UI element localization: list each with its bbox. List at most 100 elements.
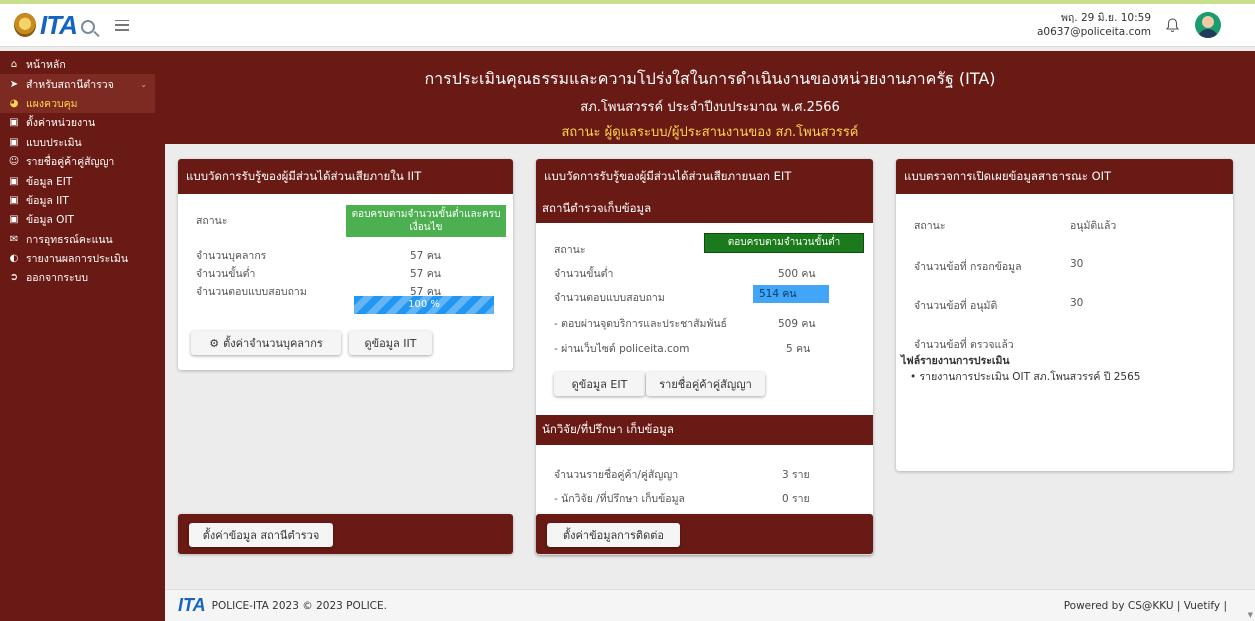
- eit-partners-value: 3 ราย: [782, 469, 810, 481]
- set-personnel-label: ตั้งค่าจำนวนบุคลากร: [223, 337, 323, 350]
- user-cog-icon: ⚙: [209, 336, 220, 350]
- chart-pie-icon: ◐: [9, 253, 19, 265]
- logout-icon: ➲: [9, 272, 19, 284]
- partners-button[interactable]: รายชื่อคู่ค้าคู่สัญญา: [646, 372, 765, 396]
- bell-icon[interactable]: [1165, 17, 1179, 33]
- oit-approved-label: จำนวนข้อที่ อนุมัติ: [914, 300, 998, 312]
- mail-icon: ✉: [9, 233, 19, 245]
- page-banner: การประเมินคุณธรรมและความโปร่งใสในการดำเน…: [165, 51, 1255, 144]
- eit-responses-label: จำนวนตอบแบบสอบถาม: [554, 292, 665, 304]
- iit-card: แบบวัดการรับรู้ของผู้มีส่วนได้ส่วนเสียภา…: [178, 159, 513, 370]
- users-icon: ☺: [8, 156, 20, 168]
- eit-service-value: 509 คน: [778, 318, 816, 330]
- sidebar-item-label: ออกจากระบบ: [26, 272, 88, 285]
- scroll-down-icon[interactable]: ▼: [1248, 611, 1253, 619]
- page-subtitle: สภ.โพนสวรรค์ ประจำปีงบประมาณ พ.ศ.2566: [580, 100, 840, 115]
- eit-partners-label: จำนวนรายชื่อคู่ค้า/คู่สัญญา: [554, 469, 679, 481]
- sidebar-item-eit[interactable]: ▣ ข้อมูล EIT: [0, 171, 165, 190]
- briefcase-icon: ▣: [9, 117, 19, 129]
- top-app-bar: ITA พฤ. 29 มิ.ย. 10:59 a0637@policeita.c…: [0, 0, 1255, 47]
- sidebar-item-logout[interactable]: ➲ ออกจากระบบ: [0, 268, 165, 287]
- sidebar-item-partners[interactable]: ☺ รายชื่อคู่ค้าคู่สัญญา: [0, 152, 165, 171]
- avatar[interactable]: [1195, 12, 1221, 38]
- briefcase-icon: ▣: [9, 175, 19, 187]
- oit-filled-value: 30: [1070, 258, 1084, 270]
- sidebar-item-label: การอุทธรณ์คะแนน: [26, 233, 113, 246]
- status-badge: ตอบครบตามจำนวนขั้นต่ำ: [704, 233, 864, 253]
- sidebar-item-dashboard[interactable]: ◕ แผงควบคุม: [0, 93, 155, 114]
- eit-service-label: - ตอบผ่านจุดบริการและประชาสัมพันธ์: [554, 318, 727, 330]
- eit-minimum-value: 500 คน: [778, 268, 816, 280]
- footer-copyright: POLICE-ITA 2023 © 2023 POLICE.: [211, 599, 387, 612]
- view-eit-button[interactable]: ดูข้อมูล EIT: [554, 372, 645, 396]
- set-personnel-button[interactable]: ⚙ ตั้งค่าจำนวนบุคลากร: [191, 331, 341, 355]
- iit-minimum-label: จำนวนขั้นต่ำ: [196, 268, 256, 280]
- contact-settings-card: ตั้งค่าข้อมูลการติดต่อ: [536, 514, 873, 554]
- contact-settings-button[interactable]: ตั้งค่าข้อมูลการติดต่อ: [547, 523, 680, 547]
- sidebar-item-home[interactable]: ⌂ หน้าหลัก: [0, 55, 165, 74]
- sidebar-item-assessment[interactable]: ▣ แบบประเมิน: [0, 133, 165, 152]
- datetime-text: พฤ. 29 มิ.ย. 10:59: [1061, 12, 1151, 24]
- ita-logo[interactable]: ITA: [14, 5, 95, 45]
- eit-research-head: นักวิจัย/ที่ปรึกษา เก็บข้อมูล: [536, 415, 873, 445]
- sidebar-item-label: แบบประเมิน: [26, 136, 82, 149]
- eit-minimum-label: จำนวนขั้นต่ำ: [554, 268, 614, 280]
- eit-station-head: สถานีตำรวจเก็บข้อมูล: [536, 194, 873, 223]
- footer-powered-by: Powered by CS@KKU | Vuetify |: [1063, 599, 1227, 612]
- user-email: a0637@policeita.com: [1036, 26, 1151, 38]
- sidebar-item-report[interactable]: ◐ รายงานผลการประเมิน: [0, 249, 165, 268]
- oit-filled-label: จำนวนข้อที่ กรอกข้อมูล: [914, 261, 1022, 273]
- eit-responses-value: 514 คน: [753, 285, 829, 303]
- oit-file-item[interactable]: • รายงานการประเมิน OIT สภ.โพนสวรรค์ ปี 2…: [910, 368, 1140, 385]
- eit-card: แบบวัดการรับรู้ของผู้มีส่วนได้ส่วนเสียภา…: [536, 159, 873, 555]
- iit-personnel-value: 57 คน: [410, 250, 441, 262]
- magnifier-icon: [80, 20, 95, 34]
- menu-toggle-icon[interactable]: [114, 19, 129, 31]
- logo-text: ITA: [40, 9, 78, 40]
- footer-logo-text: ITA: [178, 595, 206, 615]
- sidebar-item-label: รายชื่อคู่ค้าคู่สัญญา: [26, 156, 115, 169]
- oit-files-label: ไฟล์รายงานการประเมิน: [901, 355, 1010, 367]
- sidebar-item-appeal[interactable]: ✉ การอุทธรณ์คะแนน: [0, 230, 165, 249]
- sidebar-item-label: สำหรับสถานีตำรวจ: [26, 78, 114, 91]
- main-content: การประเมินคุณธรรมและความโปร่งใสในการดำเน…: [165, 51, 1255, 621]
- eit-web-value: 5 คน: [786, 343, 811, 355]
- sidebar-item-oit[interactable]: ▣ ข้อมูล OIT: [0, 210, 165, 229]
- iit-personnel-label: จำนวนบุคลากร: [196, 250, 267, 262]
- sidebar-item-label: รายงานผลการประเมิน: [26, 253, 129, 266]
- user-datetime: พฤ. 29 มิ.ย. 10:59 a0637@policeita.com: [1037, 11, 1151, 39]
- oit-approved-value: 30: [1070, 297, 1084, 309]
- briefcase-icon: ▣: [9, 214, 19, 226]
- iit-minimum-value: 57 คน: [410, 268, 441, 280]
- sidebar-item-iit[interactable]: ▣ ข้อมูล IIT: [0, 191, 165, 210]
- station-settings-card: ตั้งค่าข้อมูล สถานีตำรวจ: [178, 514, 513, 554]
- sidebar-item-label: แผงควบคุม: [26, 97, 78, 110]
- chevron-circle-icon: ➤: [9, 78, 19, 90]
- sidebar-group-police-station[interactable]: ➤ สำหรับสถานีตำรวจ ⌄: [0, 74, 155, 94]
- oit-status-label: สถานะ: [914, 220, 946, 232]
- sidebar-item-label: ข้อมูล IIT: [26, 194, 69, 207]
- sidebar-item-label: ข้อมูล OIT: [26, 214, 74, 227]
- eit-web-label: - ผ่านเว็บไซต์ policeita.com: [554, 343, 690, 355]
- user-role: สถานะ ผู้ดูแลระบบ/ผู้ประสานงานของ สภ.โพน…: [561, 125, 859, 140]
- iit-status-label: สถานะ: [196, 215, 228, 227]
- status-badge: ตอบครบตามจำนวนขั้นต่ำและครบเงื่อนไข: [346, 205, 506, 237]
- sidebar-item-agency-settings[interactable]: ▣ ตั้งค่าหน่วยงาน: [0, 113, 165, 132]
- eit-researcher-label: - นักวิจัย /ที่ปรึกษา เก็บข้อมูล: [554, 493, 685, 505]
- oit-status-value: อนุมัติแล้ว: [1070, 220, 1117, 232]
- iit-card-title: แบบวัดการรับรู้ของผู้มีส่วนได้ส่วนเสียภา…: [178, 159, 513, 194]
- eit-card-title: แบบวัดการรับรู้ของผู้มีส่วนได้ส่วนเสียภา…: [536, 159, 873, 194]
- page-title: การประเมินคุณธรรมและความโปร่งใสในการดำเน…: [424, 69, 996, 88]
- station-settings-button[interactable]: ตั้งค่าข้อมูล สถานีตำรวจ: [189, 523, 333, 547]
- home-icon: ⌂: [10, 59, 18, 71]
- oit-card-title: แบบตรวจการเปิดเผยข้อมูลสาธารณะ OIT: [896, 159, 1233, 194]
- eit-researcher-value: 0 ราย: [782, 493, 810, 505]
- oit-checked-label: จำนวนข้อที่ ตรวจแล้ว: [914, 339, 1014, 351]
- briefcase-icon: ▣: [9, 136, 19, 148]
- eit-status-label: สถานะ: [554, 244, 586, 256]
- oit-file-link[interactable]: รายงานการประเมิน OIT สภ.โพนสวรรค์ ปี 256…: [920, 371, 1141, 383]
- iit-progress-bar: 100 %: [354, 296, 494, 314]
- oit-card: แบบตรวจการเปิดเผยข้อมูลสาธารณะ OIT สถานะ…: [896, 159, 1233, 471]
- view-iit-button[interactable]: ดูข้อมูล IIT: [349, 331, 432, 355]
- bullet-icon: •: [910, 371, 920, 383]
